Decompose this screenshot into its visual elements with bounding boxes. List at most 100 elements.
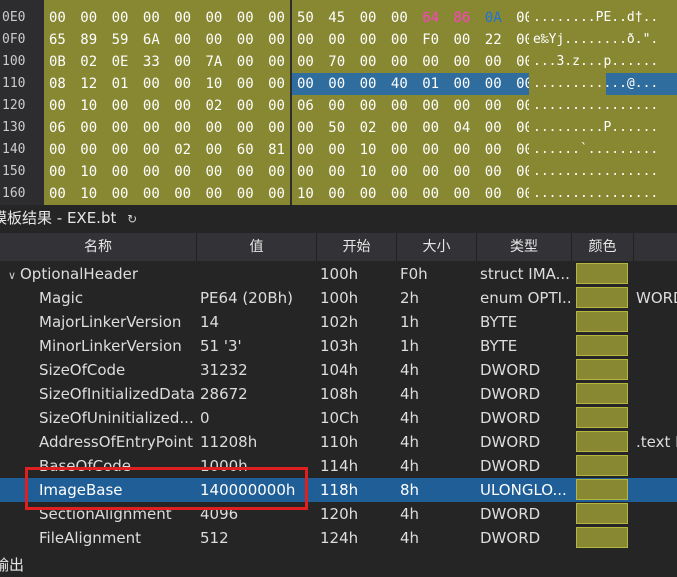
- hex-byte[interactable]: 00: [266, 7, 287, 29]
- hex-byte[interactable]: 00: [266, 183, 287, 205]
- column-header-color[interactable]: 颜色: [572, 233, 634, 261]
- row-color[interactable]: [576, 430, 628, 454]
- hex-byte[interactable]: 00: [110, 95, 131, 117]
- hex-byte[interactable]: 00: [266, 95, 287, 117]
- hex-byte[interactable]: 00: [172, 7, 193, 29]
- hex-byte[interactable]: 00: [295, 73, 316, 95]
- column-header-type[interactable]: 类型: [477, 233, 572, 261]
- column-header-extra[interactable]: [634, 233, 677, 261]
- hex-byte[interactable]: 00: [358, 29, 379, 51]
- hex-byte[interactable]: 00: [326, 139, 347, 161]
- hex-byte[interactable]: 81: [266, 139, 287, 161]
- hex-byte[interactable]: 00: [295, 51, 316, 73]
- hex-byte[interactable]: 00: [326, 183, 347, 205]
- hex-byte[interactable]: 00: [266, 117, 287, 139]
- hex-byte[interactable]: 00: [295, 139, 316, 161]
- hex-byte[interactable]: 7A: [203, 51, 224, 73]
- hex-byte[interactable]: 00: [47, 7, 68, 29]
- hex-editor-pane[interactable]: 0E0 00 00 00 00 00 00 00 00 50 45 00 00 …: [0, 0, 677, 205]
- row-color[interactable]: [576, 478, 628, 502]
- hex-byte[interactable]: 00: [295, 29, 316, 51]
- hex-byte[interactable]: 00: [110, 117, 131, 139]
- hex-byte[interactable]: 00: [266, 73, 287, 95]
- table-row-selected[interactable]: ImageBase 140000000h 118h 8h ULONGLO...: [0, 478, 677, 502]
- hex-byte[interactable]: 00: [358, 183, 379, 205]
- hex-row[interactable]: 140 00 00 00 00 02 00 60 81 00 00 10 00 …: [0, 139, 677, 161]
- hex-row[interactable]: 160 00 10 00 00 00 00 00 00 10 00 00 00 …: [0, 183, 677, 205]
- hex-byte[interactable]: 00: [203, 161, 224, 183]
- hex-byte[interactable]: F0: [420, 29, 441, 51]
- hex-byte[interactable]: 04: [451, 117, 472, 139]
- hex-byte[interactable]: 00: [47, 183, 68, 205]
- color-swatch[interactable]: [576, 431, 628, 452]
- hex-byte[interactable]: 02: [78, 51, 99, 73]
- hex-row[interactable]: 150 00 10 00 00 00 00 00 00 00 00 10 00 …: [0, 161, 677, 183]
- hex-byte[interactable]: 00: [172, 51, 193, 73]
- hex-byte[interactable]: 06: [47, 117, 68, 139]
- hex-row[interactable]: 130 06 00 00 00 00 00 00 00 00 50 02 00 …: [0, 117, 677, 139]
- hex-byte[interactable]: 33: [141, 51, 162, 73]
- hex-byte[interactable]: 00: [389, 29, 410, 51]
- hex-byte[interactable]: 12: [78, 73, 99, 95]
- hex-byte[interactable]: 06: [295, 95, 316, 117]
- row-color[interactable]: [576, 286, 628, 310]
- hex-byte[interactable]: 10: [358, 139, 379, 161]
- output-panel[interactable]: 输出: [0, 553, 677, 577]
- hex-byte[interactable]: 02: [358, 117, 379, 139]
- hex-byte[interactable]: 01: [420, 73, 441, 95]
- hex-byte[interactable]: 10: [203, 73, 224, 95]
- hex-byte[interactable]: 00: [235, 51, 256, 73]
- hex-byte[interactable]: 50: [295, 7, 316, 29]
- hex-byte[interactable]: 00: [483, 73, 504, 95]
- hex-row-selected[interactable]: 110 08 12 01 00 00 10 00 00 00 00 00 40 …: [0, 73, 677, 95]
- hex-byte[interactable]: 00: [451, 95, 472, 117]
- hex-ascii[interactable]: ................: [529, 95, 677, 117]
- hex-byte[interactable]: 00: [266, 29, 287, 51]
- hex-byte[interactable]: 00: [141, 117, 162, 139]
- hex-byte[interactable]: 00: [358, 73, 379, 95]
- hex-byte[interactable]: 00: [47, 95, 68, 117]
- hex-byte[interactable]: 00: [326, 73, 347, 95]
- table-row[interactable]: Magic PE64 (20Bh) 100h 2h enum OPTI... W…: [0, 286, 677, 310]
- hex-byte[interactable]: 00: [235, 183, 256, 205]
- hex-byte[interactable]: 00: [483, 161, 504, 183]
- table-row[interactable]: AddressOfEntryPoint 11208h 110h 4h DWORD…: [0, 430, 677, 454]
- hex-byte[interactable]: 00: [420, 95, 441, 117]
- column-header-start[interactable]: 开始: [317, 233, 397, 261]
- color-swatch[interactable]: [576, 527, 628, 548]
- row-color[interactable]: [576, 382, 628, 406]
- hex-byte[interactable]: 10: [78, 95, 99, 117]
- hex-byte[interactable]: 86: [451, 7, 472, 29]
- hex-byte[interactable]: 00: [78, 117, 99, 139]
- hex-byte[interactable]: 50: [326, 117, 347, 139]
- hex-byte[interactable]: 0B: [47, 51, 68, 73]
- hex-byte[interactable]: 00: [389, 51, 410, 73]
- hex-byte[interactable]: 00: [451, 73, 472, 95]
- hex-byte[interactable]: 00: [110, 183, 131, 205]
- hex-byte[interactable]: 00: [141, 73, 162, 95]
- hex-byte[interactable]: 00: [389, 7, 410, 29]
- hex-byte[interactable]: 00: [235, 73, 256, 95]
- hex-byte[interactable]: 02: [203, 95, 224, 117]
- table-row[interactable]: SectionAlignment 4096 120h 4h DWORD: [0, 502, 677, 526]
- hex-byte[interactable]: 00: [389, 95, 410, 117]
- hex-byte[interactable]: 00: [420, 139, 441, 161]
- hex-byte[interactable]: 00: [483, 51, 504, 73]
- row-color[interactable]: [576, 358, 628, 382]
- hex-byte[interactable]: 00: [420, 161, 441, 183]
- hex-byte[interactable]: 65: [47, 29, 68, 51]
- hex-byte[interactable]: 60: [235, 139, 256, 161]
- hex-byte[interactable]: 00: [203, 7, 224, 29]
- row-color[interactable]: [576, 502, 628, 526]
- hex-ascii[interactable]: ........PE..d†..: [529, 7, 677, 29]
- hex-row[interactable]: 100 0B 02 0E 33 00 7A 00 00 00 70 00 00 …: [0, 51, 677, 73]
- hex-byte[interactable]: 00: [358, 7, 379, 29]
- hex-byte[interactable]: 00: [141, 139, 162, 161]
- hex-byte[interactable]: 0A: [483, 7, 504, 29]
- hex-ascii[interactable]: .........P......: [529, 117, 677, 139]
- hex-byte[interactable]: 00: [172, 183, 193, 205]
- hex-ascii[interactable]: ................: [529, 161, 677, 183]
- refresh-icon[interactable]: ↻: [127, 212, 137, 226]
- hex-byte[interactable]: 00: [451, 183, 472, 205]
- color-swatch[interactable]: [576, 287, 628, 308]
